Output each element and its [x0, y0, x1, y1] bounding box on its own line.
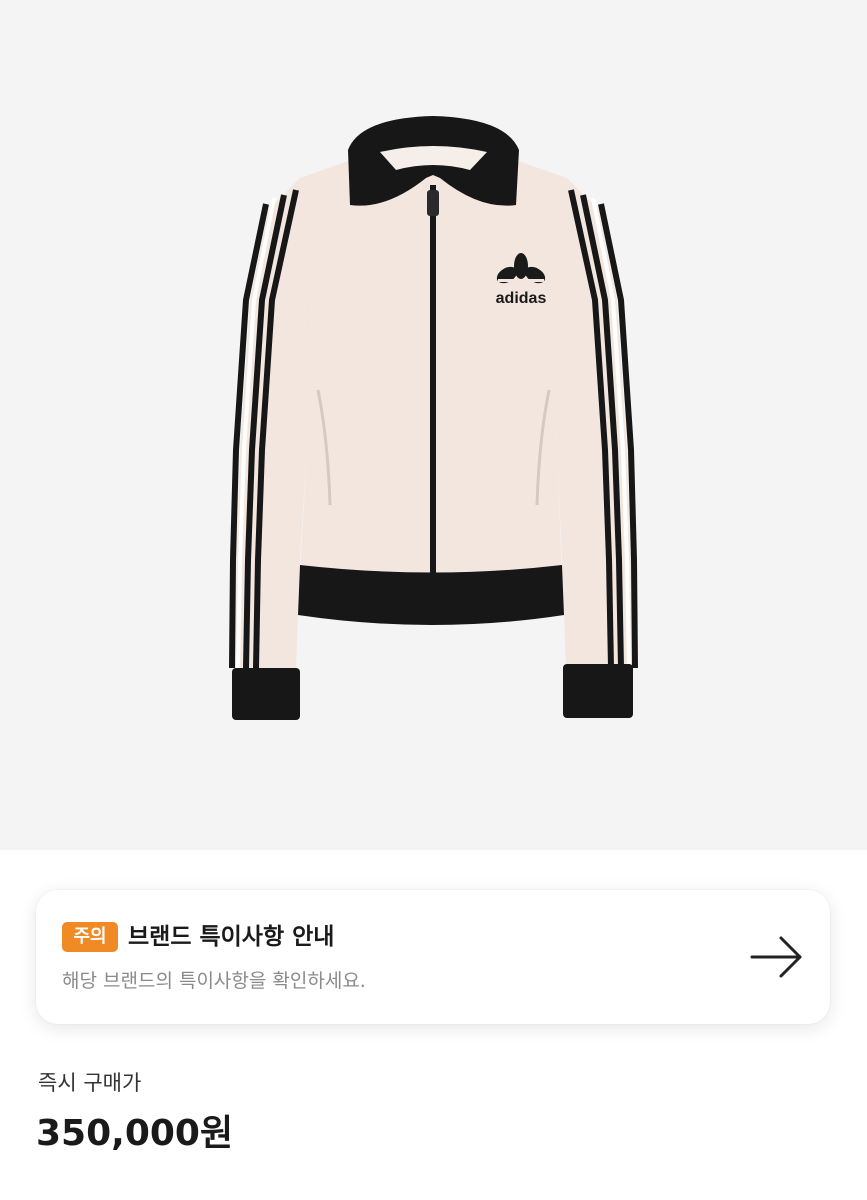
left-cuff — [232, 668, 300, 720]
brand-notice-card[interactable]: 주의 브랜드 특이사항 안내 해당 브랜드의 특이사항을 확인하세요. — [36, 890, 830, 1024]
right-cuff — [563, 664, 633, 718]
jacket-illustration: adidas — [229, 116, 638, 720]
price-label: 즉시 구매가 — [38, 1071, 142, 1095]
arrow-right-icon[interactable] — [748, 934, 806, 980]
notice-title: 브랜드 특이사항 안내 — [128, 924, 335, 950]
waistband — [298, 565, 564, 625]
notice-subtitle: 해당 브랜드의 특이사항을 확인하세요. — [62, 970, 366, 992]
price-value: 350,000원 — [36, 1113, 234, 1154]
adidas-logo-text: adidas — [496, 290, 547, 307]
caution-badge: 주의 — [62, 922, 118, 952]
product-image[interactable]: adidas — [0, 0, 867, 850]
